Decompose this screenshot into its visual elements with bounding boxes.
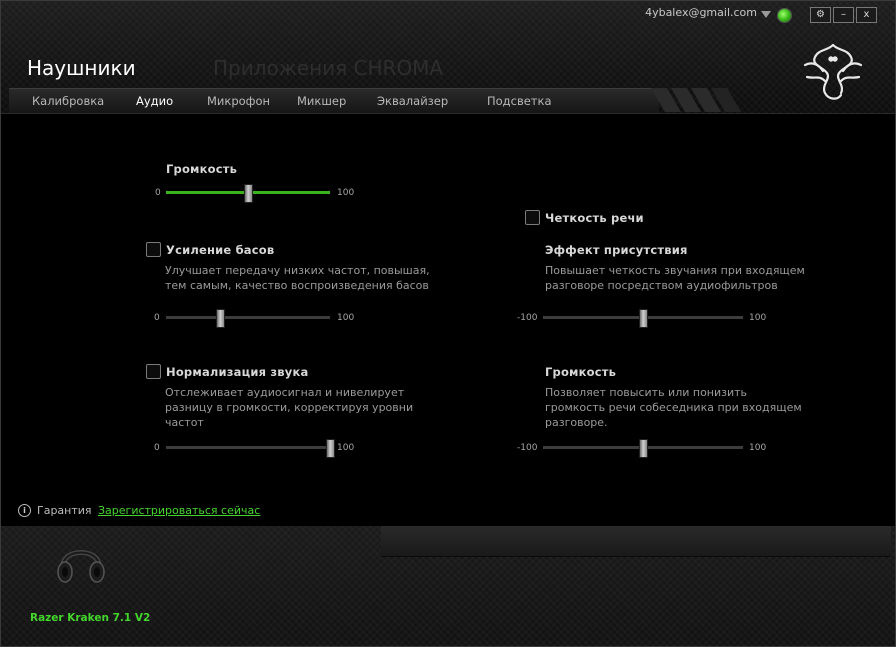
presence-effect-label: Эффект присутствия: [545, 243, 688, 257]
sound-normalization-description: Отслеживает аудиосигнал и нивелирует раз…: [165, 385, 413, 430]
tab-lighting[interactable]: Подсветка: [487, 94, 552, 108]
voice-volume-label: Громкость: [545, 365, 617, 379]
razer-logo-icon: [803, 43, 863, 100]
device-name: Razer Kraken 7.1 V2: [30, 612, 151, 624]
desc-line: частот: [165, 416, 204, 429]
account-email[interactable]: 4ybalex@gmail.com: [645, 6, 757, 19]
volume-min: 0: [155, 188, 161, 198]
sound-normalization-checkbox[interactable]: [146, 364, 161, 379]
presence-effect-description: Повышает четкость звучания при входящем …: [545, 263, 805, 293]
voice-clarity-checkbox[interactable]: [525, 210, 540, 225]
desc-line: Повышает четкость звучания при входящем: [545, 264, 805, 277]
desc-line: Улучшает передачу низких частот, повышая…: [165, 264, 430, 277]
desc-line: Отслеживает аудиосигнал и нивелирует: [165, 386, 405, 399]
page-title: Наушники: [27, 56, 136, 80]
bass-boost-description: Улучшает передачу низких частот, повышая…: [165, 263, 430, 293]
bass-boost-label: Усиление басов: [166, 243, 275, 257]
volume-label: Громкость: [166, 162, 238, 176]
slider-track: [166, 446, 330, 449]
tab-microphone[interactable]: Микрофон: [207, 94, 270, 108]
slider-track: [166, 316, 330, 319]
voice-volume-max: 100: [749, 443, 767, 453]
presence-effect-max: 100: [749, 313, 767, 323]
sound-normalization-min: 0: [154, 443, 160, 453]
window-controls: ⚙ – x: [810, 7, 877, 23]
close-button[interactable]: x: [856, 7, 877, 23]
decorative-stripes: [651, 88, 741, 112]
sound-normalization-slider[interactable]: [166, 439, 335, 458]
slider-thumb[interactable]: [639, 439, 648, 458]
settings-button[interactable]: ⚙: [810, 7, 831, 23]
account-dropdown-icon[interactable]: [761, 11, 771, 18]
footer-band: [381, 526, 891, 557]
header-divider: [1, 113, 895, 114]
headset-icon[interactable]: [55, 536, 107, 588]
tab-equalizer[interactable]: Эквалайзер: [377, 94, 448, 108]
tab-calibration[interactable]: Калибровка: [32, 94, 104, 108]
desc-line: тем самым, качество воспроизведения басо…: [165, 279, 429, 292]
register-now-link[interactable]: Зарегистрироваться сейчас: [98, 504, 260, 517]
sound-normalization-max: 100: [337, 443, 355, 453]
desc-line: разговоре.: [545, 416, 608, 429]
volume-max: 100: [337, 188, 355, 198]
slider-thumb[interactable]: [639, 309, 648, 328]
presence-effect-slider[interactable]: [543, 309, 743, 328]
voice-clarity-label: Четкость речи: [545, 211, 644, 225]
volume-slider[interactable]: [166, 184, 330, 203]
tab-mixer[interactable]: Микшер: [297, 94, 346, 108]
voice-volume-description: Позволяет повысить или понизить громкост…: [545, 385, 802, 430]
desc-line: разговоре посредством аудиофильтров: [545, 279, 778, 292]
sound-normalization-label: Нормализация звука: [166, 365, 309, 379]
info-icon: i: [18, 504, 31, 517]
slider-thumb[interactable]: [244, 184, 253, 203]
bass-boost-checkbox[interactable]: [146, 242, 161, 257]
presence-effect-min: -100: [517, 313, 538, 323]
desc-line: громкость речи собеседника при входящем: [545, 401, 802, 414]
desc-line: разницу в громкости, корректируя уровни: [165, 401, 414, 414]
tab-audio[interactable]: Аудио: [136, 94, 173, 108]
bass-boost-max: 100: [337, 313, 355, 323]
desc-line: Позволяет повысить или понизить: [545, 386, 748, 399]
online-status-icon: [777, 8, 792, 23]
slider-thumb[interactable]: [216, 309, 226, 328]
app-window: 4ybalex@gmail.com ⚙ – x Наушники Приложе…: [0, 0, 896, 647]
slider-thumb[interactable]: [326, 439, 335, 458]
voice-volume-slider[interactable]: [543, 439, 743, 458]
voice-volume-min: -100: [517, 443, 538, 453]
chroma-apps-title[interactable]: Приложения CHROMA: [213, 56, 443, 80]
bass-boost-slider[interactable]: [166, 309, 330, 328]
minimize-button[interactable]: –: [833, 7, 854, 23]
bass-boost-min: 0: [154, 313, 160, 323]
tab-bar: Калибровка Аудио Микрофон Микшер Эквалай…: [9, 88, 659, 114]
warranty-label: Гарантия: [37, 504, 92, 517]
